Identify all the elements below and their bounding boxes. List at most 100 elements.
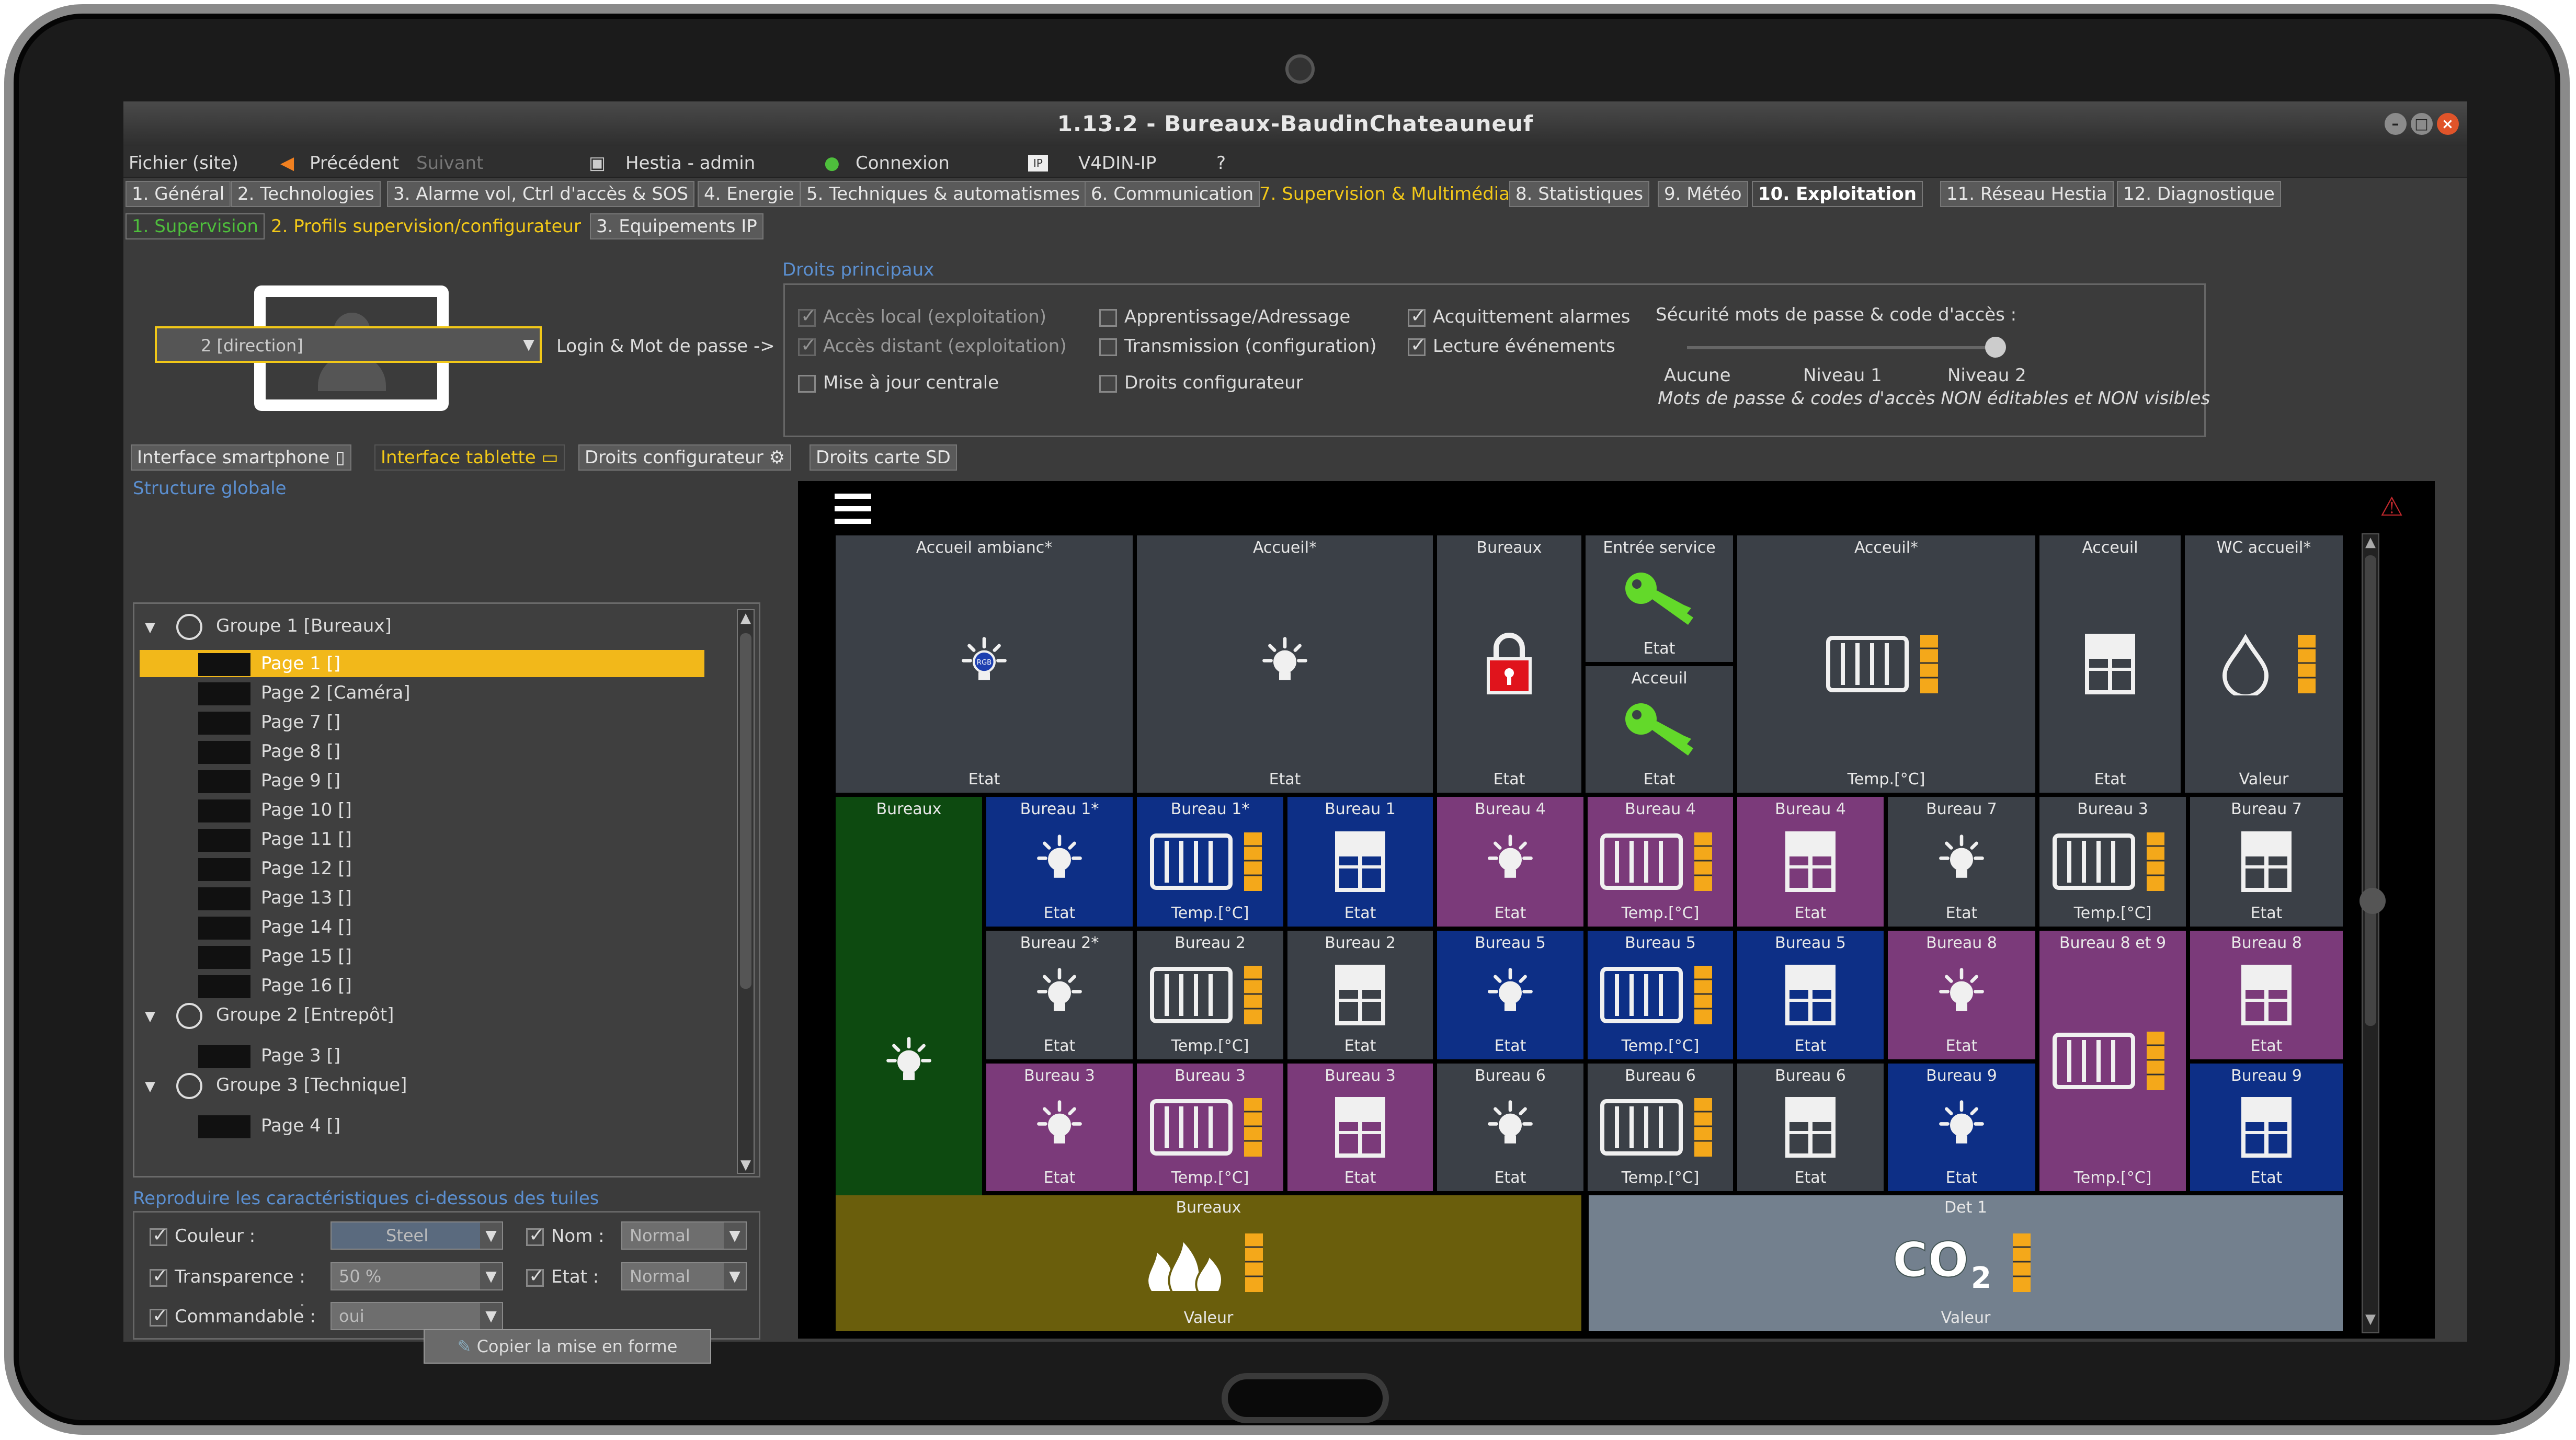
menu-previous[interactable]: Précédent xyxy=(310,153,399,174)
tree-page[interactable]: Page 7 [] xyxy=(140,708,704,736)
tile-shutter[interactable]: Bureau 2 Etat xyxy=(1287,931,1433,1059)
tile-shutter[interactable]: Bureau 7 Etat xyxy=(2190,797,2343,927)
close-icon[interactable]: × xyxy=(2437,113,2459,135)
tab-general[interactable]: 1. Général xyxy=(126,181,231,207)
tab-exploitation[interactable]: 10. Exploitation xyxy=(1752,181,1923,207)
right-events[interactable]: Lecture événements xyxy=(1408,335,1615,357)
menu-help[interactable]: ? xyxy=(1216,153,1226,174)
home-button[interactable] xyxy=(1222,1373,1389,1423)
tile-shutter[interactable]: Bureau 1 Etat xyxy=(1287,797,1433,927)
transparency-select[interactable]: 50 % ▼ xyxy=(330,1262,503,1290)
tab-alarme[interactable]: 3. Alarme vol, Ctrl d'accès & SOS xyxy=(387,181,695,207)
tile-bulb[interactable]: Bureau 4 Etat xyxy=(1437,797,1583,927)
right-alarm-ack[interactable]: Acquittement alarmes xyxy=(1408,305,1631,327)
menu-device[interactable]: V4DIN-IP xyxy=(1078,153,1156,174)
tile-key[interactable]: Acceuil Etat xyxy=(1586,666,1733,793)
security-slider[interactable] xyxy=(1687,337,2006,358)
tile-shutter[interactable]: Acceuil Etat xyxy=(2039,535,2181,793)
state-select[interactable]: Normal ▼ xyxy=(621,1262,747,1290)
tile-radiator[interactable]: Bureau 3 Temp.[°C] xyxy=(2039,797,2186,927)
right-transmission[interactable]: Transmission (configuration) xyxy=(1099,336,1377,357)
tree-page[interactable]: Page 15 [] xyxy=(140,943,704,970)
tile-bulb[interactable]: Bureau 6 Etat xyxy=(1437,1064,1583,1191)
tab-meteo[interactable]: 9. Météo xyxy=(1658,181,1748,207)
tile-bulb[interactable]: Bureau 8 Etat xyxy=(1888,931,2035,1059)
format-state-check[interactable]: Etat : xyxy=(526,1265,599,1287)
tile-shutter[interactable]: Bureau 9 Etat xyxy=(2190,1064,2343,1191)
tab-carte-sd[interactable]: Droits carte SD xyxy=(810,444,957,471)
tile-radiator[interactable]: Acceuil* Temp.[°C] xyxy=(1737,535,2035,793)
preview-scrollbar[interactable]: ▲ ▼ xyxy=(2362,533,2379,1333)
tree-group[interactable]: ▼ Groupe 3 [Technique] xyxy=(145,1071,720,1099)
tree-scrollbar[interactable]: ▲ ▼ xyxy=(737,609,755,1174)
tab-reseau[interactable]: 11. Réseau Hestia xyxy=(1940,181,2114,207)
tree-page[interactable]: Page 4 [] xyxy=(140,1112,704,1139)
tab-communication[interactable]: 6. Communication xyxy=(1085,181,1260,207)
maximize-icon[interactable]: □ xyxy=(2411,113,2433,135)
slider-handle[interactable] xyxy=(1985,337,2006,358)
right-learning[interactable]: Apprentissage/Adressage xyxy=(1099,306,1350,327)
format-controllable-check[interactable]: Commandable : xyxy=(150,1305,316,1327)
tab-technologies[interactable]: 2. Technologies xyxy=(231,181,381,207)
tree-page[interactable]: Page 2 [Caméra] xyxy=(140,679,704,706)
expand-arrow-icon[interactable]: ▼ xyxy=(145,1079,155,1094)
tile-lock[interactable]: Bureaux Etat xyxy=(1437,535,1581,793)
color-select[interactable]: Steel ▼ xyxy=(330,1221,503,1250)
subtab-supervision[interactable]: 1. Supervision xyxy=(126,213,265,239)
tree-page[interactable]: Page 11 [] xyxy=(140,826,704,853)
tile-shutter[interactable]: Bureau 6 Etat xyxy=(1737,1064,1884,1191)
tile-fire[interactable]: Bureaux Valeur xyxy=(836,1195,1581,1331)
tree-page[interactable]: Page 13 [] xyxy=(140,884,704,911)
scrollbar-thumb[interactable] xyxy=(2365,555,2376,1026)
tree-page[interactable]: Page 12 [] xyxy=(140,855,704,882)
tile-bulb[interactable]: Accueil* Etat xyxy=(1137,535,1433,793)
right-central-update[interactable]: Mise à jour centrale xyxy=(798,372,999,393)
tile-shutter[interactable]: Bureau 4 Etat xyxy=(1737,797,1884,927)
tree-page[interactable]: Page 1 [] xyxy=(140,650,704,677)
tile-drop[interactable]: WC accueil* Valeur xyxy=(2185,535,2343,793)
tile-radiator[interactable]: Bureau 1* Temp.[°C] xyxy=(1137,797,1283,927)
menu-next[interactable]: Suivant xyxy=(416,153,483,174)
tree-group[interactable]: ▼ Groupe 1 [Bureaux] xyxy=(145,612,720,640)
right-remote-access[interactable]: Accès distant (exploitation) xyxy=(798,335,1067,357)
tab-statistiques[interactable]: 8. Statistiques xyxy=(1509,181,1650,207)
subtab-equipements[interactable]: 3. Equipements IP xyxy=(590,213,763,239)
tab-techniques[interactable]: 5. Techniques & automatismes xyxy=(800,181,1086,207)
tab-configurateur[interactable]: Droits configurateur ⚙ xyxy=(578,444,791,471)
tab-tablette[interactable]: Interface tablette ▭ xyxy=(374,444,565,471)
tile-bulb[interactable]: Bureau 2* Etat xyxy=(986,931,1133,1059)
tile-radiator[interactable]: Bureau 6 Temp.[°C] xyxy=(1588,1064,1733,1191)
tile-shutter[interactable]: Bureau 3 Etat xyxy=(1287,1064,1433,1191)
tile-radiator[interactable]: Bureau 8 et 9 Temp.[°C] xyxy=(2039,931,2186,1191)
tile-key[interactable]: Entrée service Etat xyxy=(1586,535,1733,662)
minimize-icon[interactable]: – xyxy=(2385,113,2407,135)
tab-energie[interactable]: 4. Energie xyxy=(698,181,801,207)
format-name-check[interactable]: Nom : xyxy=(526,1225,605,1247)
tab-supervision[interactable]: 7. Supervision & Multimédia xyxy=(1253,181,1516,207)
tile-radiator[interactable]: Bureau 3 Temp.[°C] xyxy=(1137,1064,1283,1191)
tree-page[interactable]: Page 14 [] xyxy=(140,913,704,941)
scrollbar-thumb[interactable] xyxy=(740,633,751,989)
tile-bulb[interactable]: Bureau 3 Etat xyxy=(986,1064,1133,1191)
tree-page[interactable]: Page 10 [] xyxy=(140,796,704,824)
tree-page[interactable]: Page 8 [] xyxy=(140,738,704,765)
tile-bulb[interactable]: Bureau 5 Etat xyxy=(1437,931,1583,1059)
format-transparency-check[interactable]: Transparence : xyxy=(150,1265,305,1287)
tree-page[interactable]: Page 3 [] xyxy=(140,1042,704,1069)
tile-radiator[interactable]: Bureau 4 Temp.[°C] xyxy=(1588,797,1733,927)
tab-smartphone[interactable]: Interface smartphone ▯ xyxy=(131,444,351,471)
profile-select[interactable]: 2 [direction] ▼ xyxy=(155,326,542,363)
tree-page[interactable]: Page 9 [] xyxy=(140,767,704,794)
format-color-check[interactable]: Couleur : xyxy=(150,1225,255,1247)
expand-arrow-icon[interactable]: ▼ xyxy=(145,620,155,635)
tile-radiator[interactable]: Bureau 2 Temp.[°C] xyxy=(1137,931,1283,1059)
expand-arrow-icon[interactable]: ▼ xyxy=(145,1009,155,1024)
tree-page[interactable]: Page 16 [] xyxy=(140,972,704,999)
tile-shutter[interactable]: Bureau 8 Etat xyxy=(2190,931,2343,1059)
back-arrow-icon[interactable]: ◀ xyxy=(280,153,294,174)
right-configurator[interactable]: Droits configurateur xyxy=(1099,372,1303,393)
subtab-profils[interactable]: 2. Profils supervision/configurateur xyxy=(265,213,587,239)
tile-bulb[interactable]: Bureau 1* Etat xyxy=(986,797,1133,927)
tile-bulb[interactable]: Bureau 7 Etat xyxy=(1888,797,2035,927)
tile-shutter[interactable]: Bureau 5 Etat xyxy=(1737,931,1884,1059)
